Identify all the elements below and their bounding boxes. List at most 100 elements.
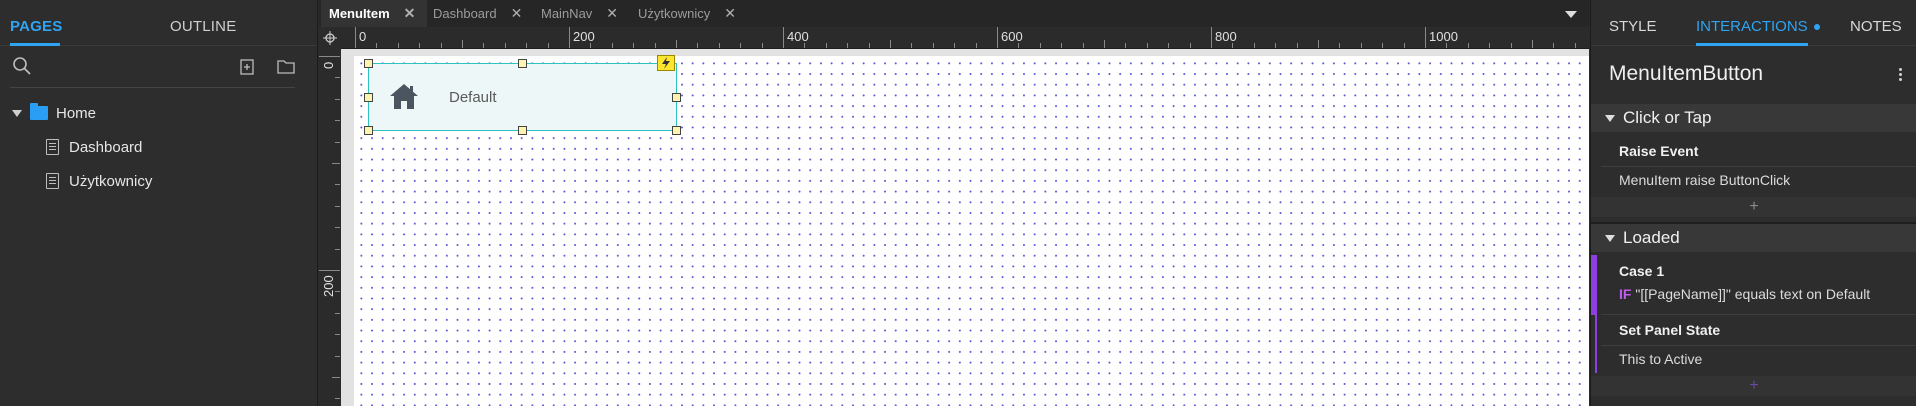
ruler-tick xyxy=(1553,43,1555,48)
ruler-tick xyxy=(697,43,699,48)
pages-toolbar xyxy=(0,46,317,88)
ruler-tick xyxy=(335,184,340,186)
toolbar-divider xyxy=(10,87,295,88)
tab-outline[interactable]: OUTLINE xyxy=(170,18,236,35)
ruler-tick xyxy=(932,43,934,48)
ruler-tick xyxy=(847,43,849,48)
close-icon[interactable]: ✕ xyxy=(404,5,416,22)
ruler-tick xyxy=(335,77,340,79)
design-canvas[interactable]: Default xyxy=(354,55,1589,406)
event-loaded[interactable]: Loaded xyxy=(1591,224,1916,252)
ruler-label: 0 xyxy=(359,29,367,44)
tabs-dropdown-icon[interactable] xyxy=(1565,11,1577,18)
ruler-tick xyxy=(1489,43,1491,48)
event-click-or-tap[interactable]: Click or Tap xyxy=(1591,104,1916,132)
ruler-tick xyxy=(1189,43,1191,48)
ruler-tick xyxy=(1296,43,1298,48)
doc-tab-label: Użytkownicy xyxy=(638,6,711,21)
action-title[interactable]: Set Panel State xyxy=(1619,322,1720,338)
widget-label: Default xyxy=(449,89,497,106)
crosshair-icon[interactable] xyxy=(323,31,337,45)
resize-handle[interactable] xyxy=(672,126,681,135)
lightning-icon[interactable] xyxy=(657,55,675,71)
doc-tab-dashboard[interactable]: Dashboard ✕ xyxy=(433,0,522,27)
left-panel-tabs: PAGES OUTLINE xyxy=(0,0,317,46)
ruler-tick xyxy=(504,43,506,48)
case-condition[interactable]: IF "[[PageName]]" equals text on Default xyxy=(1619,286,1870,302)
ruler-tick xyxy=(911,43,913,48)
ruler-tick xyxy=(1425,27,1426,48)
collapse-triangle-icon[interactable] xyxy=(1605,234,1615,242)
ruler-tick xyxy=(1532,40,1533,48)
ruler-tick xyxy=(483,43,485,48)
condition-text: "[[PageName]]" equals text on Default xyxy=(1635,286,1871,302)
ruler-tick xyxy=(1061,43,1063,48)
ruler-tick xyxy=(335,98,340,100)
ruler-tick xyxy=(526,43,528,48)
ruler-tick xyxy=(1275,43,1277,48)
more-options-icon[interactable] xyxy=(1899,68,1902,71)
tree-item-uzytkownicy[interactable]: Użytkownicy xyxy=(46,171,152,191)
doc-tab-menuitem[interactable]: MenuItem ✕ xyxy=(321,0,428,27)
add-page-icon[interactable] xyxy=(240,59,254,75)
add-action-button[interactable]: + xyxy=(1591,376,1916,396)
vertical-ruler: 0 200 xyxy=(319,49,341,406)
action-text[interactable]: MenuItem raise ButtonClick xyxy=(1619,172,1790,188)
tab-style[interactable]: STYLE xyxy=(1609,18,1657,35)
folder-icon xyxy=(30,103,48,120)
doc-tab-mainnav[interactable]: MainNav ✕ xyxy=(541,0,618,27)
ruler-tick xyxy=(676,40,677,48)
collapse-triangle-icon[interactable] xyxy=(1605,114,1615,122)
resize-handle[interactable] xyxy=(518,59,527,68)
resize-handle[interactable] xyxy=(364,59,373,68)
resize-handle[interactable] xyxy=(364,126,373,135)
case-title[interactable]: Case 1 xyxy=(1619,263,1664,279)
ruler-tick xyxy=(1039,43,1041,48)
ruler-tick xyxy=(1104,40,1105,48)
ruler-tick xyxy=(319,56,340,57)
close-icon[interactable]: ✕ xyxy=(606,5,618,22)
tree-item-dashboard[interactable]: Dashboard xyxy=(46,137,142,157)
close-icon[interactable]: ✕ xyxy=(511,5,523,22)
ruler-tick xyxy=(1339,43,1341,48)
canvas-area[interactable]: Default xyxy=(341,49,1589,406)
tree-item-home[interactable]: Home xyxy=(12,103,96,123)
ruler-tick xyxy=(825,43,827,48)
ruler-tick xyxy=(890,40,891,48)
tab-active-underline xyxy=(1696,43,1808,46)
widget-name[interactable]: MenuItemButton xyxy=(1609,62,1763,86)
expand-triangle-icon[interactable] xyxy=(12,109,22,117)
ruler-tick xyxy=(335,248,340,250)
close-icon[interactable]: ✕ xyxy=(724,5,736,22)
add-folder-icon[interactable] xyxy=(277,59,295,74)
doc-tab-label: MenuItem xyxy=(329,6,390,21)
ruler-tick xyxy=(419,43,421,48)
ruler-tick xyxy=(335,120,340,122)
tab-pages[interactable]: PAGES xyxy=(10,18,62,35)
resize-handle[interactable] xyxy=(518,126,527,135)
ruler-tick xyxy=(462,40,463,48)
home-icon xyxy=(390,84,418,109)
doc-tab-uzytkownicy[interactable]: Użytkownicy ✕ xyxy=(638,0,736,27)
action-title[interactable]: Raise Event xyxy=(1619,143,1698,159)
menu-item-button-widget[interactable]: Default xyxy=(364,55,681,135)
ruler-tick xyxy=(868,43,870,48)
resize-handle[interactable] xyxy=(672,93,681,102)
if-keyword: IF xyxy=(1619,286,1632,302)
ruler-tick xyxy=(975,43,977,48)
ruler-tick xyxy=(335,355,340,357)
ruler-tick xyxy=(1125,43,1127,48)
resize-handle[interactable] xyxy=(364,93,373,102)
tab-notes[interactable]: NOTES xyxy=(1850,18,1902,35)
ruler-tick xyxy=(1360,43,1362,48)
ruler-tick xyxy=(1253,43,1255,48)
event-title: Loaded xyxy=(1623,228,1680,247)
search-icon[interactable] xyxy=(12,56,32,76)
page-icon xyxy=(46,173,59,189)
divider xyxy=(1601,345,1916,346)
ruler-label: 0 xyxy=(321,61,336,69)
add-action-button[interactable]: + xyxy=(1591,197,1916,217)
tab-interactions[interactable]: INTERACTIONS xyxy=(1696,18,1808,35)
ruler-tick xyxy=(335,141,340,143)
action-text[interactable]: This to Active xyxy=(1619,351,1702,367)
